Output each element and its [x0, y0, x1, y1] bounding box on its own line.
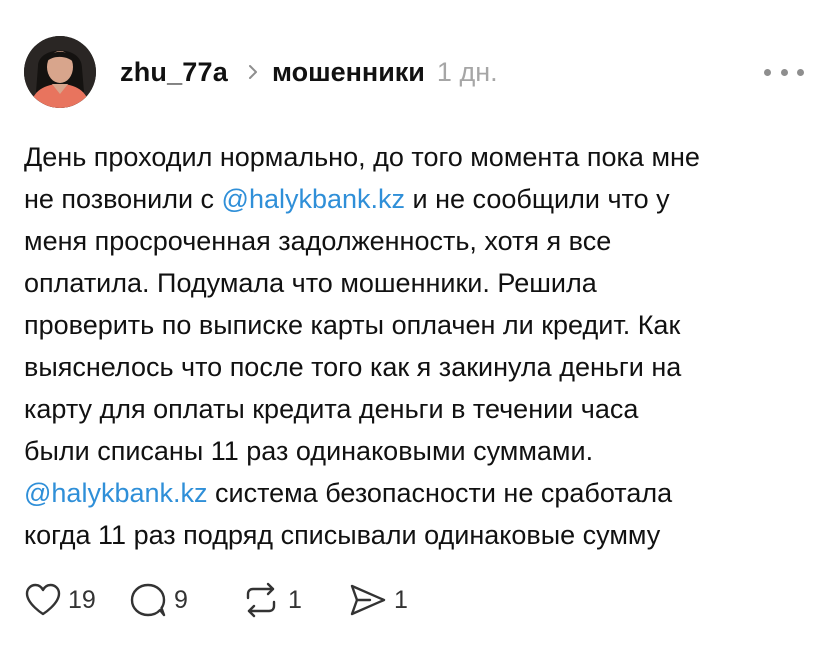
post-body-line: были списаны 11 раз одинаковыми суммами. [24, 430, 814, 472]
speech-bubble-icon [128, 582, 168, 618]
reply-button[interactable]: 9 [128, 582, 240, 618]
topic-tag[interactable]: мошенники [272, 57, 425, 88]
repost-arrows-icon [240, 582, 282, 618]
reposts-count: 1 [288, 585, 302, 614]
post-body-line: @halykbank.kz система безопасности не ср… [24, 472, 814, 514]
post-body-line: когда 11 раз подряд списывали одинаковые… [24, 514, 814, 556]
action-bar: 19 9 1 1 [24, 578, 408, 622]
mention-link[interactable]: @halykbank.kz [222, 184, 406, 214]
post-body-line: меня просроченная задолженность, хотя я … [24, 220, 814, 262]
post-body-line: выяснелось что после того как я закинула… [24, 346, 814, 388]
share-button[interactable]: 1 [348, 582, 408, 618]
post-card: zhu_77a мошенники 1 дн. День проходил но… [0, 0, 828, 654]
post-text: оплатила. Подумала что мошенники. Решила [24, 268, 597, 298]
post-timestamp: 1 дн. [436, 56, 498, 87]
post-text: меня просроченная задолженность, хотя я … [24, 226, 612, 256]
username[interactable]: zhu_77a [120, 57, 228, 88]
post-text: выяснелось что после того как я закинула… [24, 352, 682, 382]
heart-icon [24, 582, 62, 618]
more-dot [764, 68, 771, 76]
send-icon [348, 582, 388, 618]
post-text: карту для оплаты кредита деньги в течени… [24, 394, 639, 424]
post-text: не позвонили с [24, 184, 222, 214]
repost-button[interactable]: 1 [240, 582, 348, 618]
replies-count: 9 [174, 585, 188, 614]
more-horizontal-icon[interactable] [764, 62, 804, 82]
post-body-line: карту для оплаты кредита деньги в течени… [24, 388, 814, 430]
post-text: проверить по выписке карты оплачен ли кр… [24, 310, 681, 340]
post-text: когда 11 раз подряд списывали одинаковые… [24, 520, 661, 550]
post-body-line: День проходил нормально, до того момента… [24, 136, 814, 178]
like-button[interactable]: 19 [24, 582, 128, 618]
post-text: были списаны 11 раз одинаковыми суммами. [24, 436, 594, 466]
post-body-line: проверить по выписке карты оплачен ли кр… [24, 304, 814, 346]
chevron-right-icon [244, 63, 262, 81]
more-dot [797, 68, 804, 76]
more-dot [780, 68, 788, 76]
post-text: и не сообщили что у [405, 184, 670, 214]
post-text: система безопасности не сработала [207, 478, 673, 508]
post-body: День проходил нормально, до того момента… [24, 136, 814, 556]
post-body-line: оплатила. Подумала что мошенники. Решила [24, 262, 814, 304]
mention-link[interactable]: @halykbank.kz [24, 478, 208, 508]
post-text: День проходил нормально, до того момента… [24, 142, 700, 172]
post-header: zhu_77a мошенники 1 дн. [120, 52, 498, 92]
likes-count: 19 [68, 585, 96, 614]
avatar[interactable] [24, 36, 96, 108]
post-body-line: не позвонили с @halykbank.kz и не сообщи… [24, 178, 814, 220]
shares-count: 1 [394, 585, 408, 614]
